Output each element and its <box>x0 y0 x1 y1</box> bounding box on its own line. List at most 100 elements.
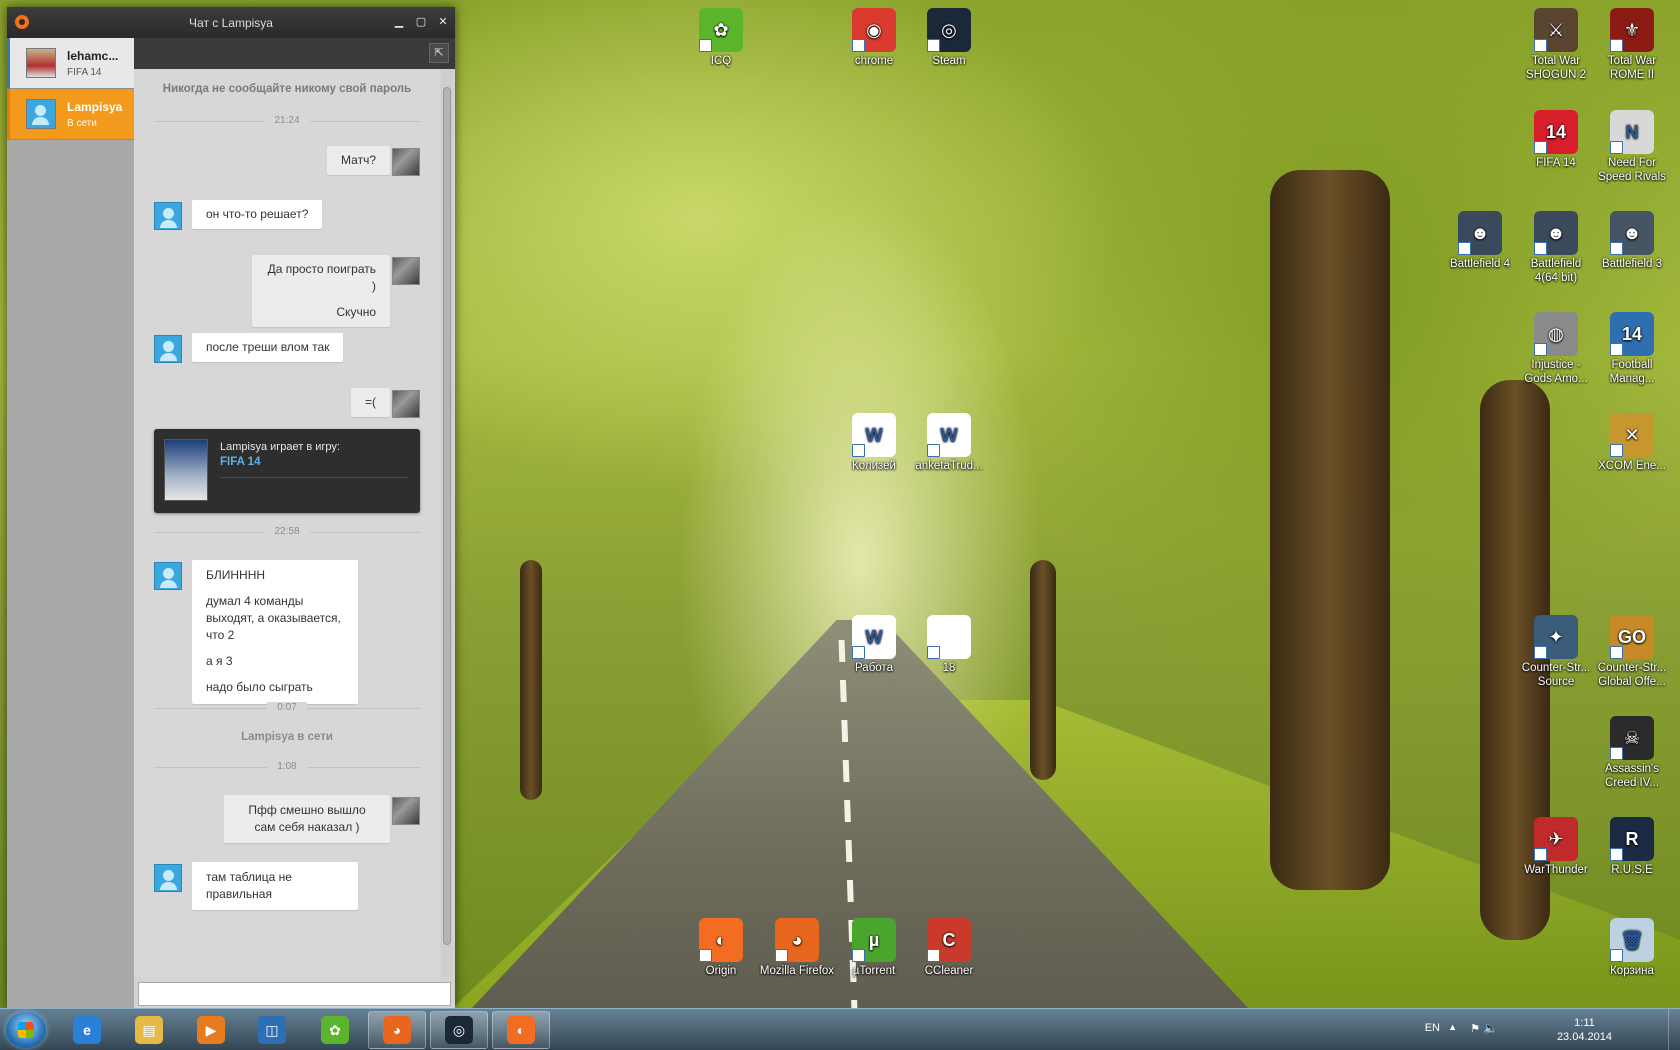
desktop-icon[interactable]: C CCleaner <box>911 918 987 978</box>
maximize-icon[interactable]: ▢ <box>411 12 431 30</box>
desktop-icon-label: CCleaner <box>924 965 974 977</box>
app-icon: R <box>1610 817 1654 861</box>
tray-expand-icon[interactable]: ▲ <box>1448 1022 1457 1032</box>
desktop-icon[interactable]: ◎ Steam <box>911 8 987 68</box>
desktop-icon-label: Battlefield 4(64 bit) <box>1530 258 1582 284</box>
photo-viewer-icon: ◫ <box>258 1016 286 1044</box>
chat-header: ⇱ <box>134 38 455 69</box>
show-desktop-button[interactable] <box>1668 1009 1680 1050</box>
message-input-bar <box>134 977 455 1009</box>
desktop-icon[interactable]: ☻ Battlefield 4(64 bit) <box>1518 211 1594 285</box>
my-avatar <box>392 797 420 825</box>
desktop-icon[interactable]: 🗑 Корзина <box>1594 918 1670 978</box>
app-icon: 14 <box>1610 312 1654 356</box>
desktop-icon[interactable]: 14 Football Manag... <box>1594 312 1670 386</box>
wallpaper-tree-trunk <box>1270 170 1390 890</box>
now-playing-card[interactable]: Lampisya играет в игру: FIFA 14 <box>154 429 420 513</box>
language-indicator[interactable]: EN <box>1425 1022 1440 1034</box>
message-input[interactable] <box>138 982 451 1006</box>
taskbar-app-explorer[interactable]: ▤ <box>120 1011 178 1049</box>
internet-explorer-icon: e <box>73 1016 101 1044</box>
game-title-link[interactable]: FIFA 14 <box>220 456 260 468</box>
taskbar-app-origin[interactable]: ◐ <box>492 1011 550 1049</box>
desktop-icon[interactable]: ⚔ Total War SHOGUN 2 <box>1518 8 1594 82</box>
desktop-icon[interactable]: 18 <box>911 615 987 675</box>
desktop-icon-label: Колизей <box>852 460 896 472</box>
desktop-icon[interactable]: ✈ WarThunder <box>1518 817 1594 877</box>
taskbar: e ▤ ▶ ◫ ✿ ◕ ◎ ◐ EN ▲ ⚑ 🔈 1:11 23.04.2014 <box>0 1008 1680 1050</box>
taskbar-app-internet-explorer[interactable]: e <box>58 1011 116 1049</box>
desktop-icon-label: Counter-Str... Global Offe... <box>1597 662 1667 688</box>
contact-avatar <box>154 562 182 590</box>
wallpaper-tree-trunk <box>1030 560 1056 780</box>
desktop-icon[interactable]: ✿ ICQ <box>683 8 759 68</box>
popout-icon[interactable]: ⇱ <box>429 43 449 63</box>
taskbar-app-icq[interactable]: ✿ <box>306 1011 364 1049</box>
system-tray: EN ▲ ⚑ 🔈 1:11 23.04.2014 <box>1380 1009 1680 1050</box>
desktop-icon[interactable]: W Работа <box>836 615 912 675</box>
contact-status: В сети <box>67 118 97 129</box>
desktop-icon[interactable]: ✕ XCOM Ene... <box>1594 413 1670 473</box>
desktop-icon[interactable]: 14 FIFA 14 <box>1518 110 1594 170</box>
desktop-icon[interactable]: R R.U.S.E <box>1594 817 1670 877</box>
desktop-icon-label: Counter-Str... Source <box>1521 662 1591 688</box>
contact-item-lampisya[interactable]: Lampisya В сети <box>7 89 134 140</box>
desktop-icon[interactable]: W Колизей <box>836 413 912 473</box>
app-icon: ⚜ <box>1610 8 1654 52</box>
desktop-icon-label: Assassin's Creed IV... <box>1605 763 1659 789</box>
desktop-icon-label: Battlefield 3 <box>1601 258 1663 270</box>
message-me: Матч? <box>327 146 390 175</box>
my-avatar <box>392 390 420 418</box>
desktop-icon[interactable]: ◐ Origin <box>683 918 759 978</box>
taskbar-app-photo-viewer[interactable]: ◫ <box>243 1011 301 1049</box>
clock[interactable]: 1:11 23.04.2014 <box>1557 1016 1612 1044</box>
chat-scrollbar[interactable] <box>441 69 453 977</box>
desktop-icon-label: Need For Speed Rivals <box>1598 157 1666 183</box>
message-them: БЛИНННН думал 4 команды выходят, а оказы… <box>192 560 358 704</box>
app-icon: ✈ <box>1534 817 1578 861</box>
taskbar-app-steam[interactable]: ◎ <box>430 1011 488 1049</box>
app-icon: ☠ <box>1610 716 1654 760</box>
action-center-icon[interactable]: ⚑ <box>1470 1022 1480 1035</box>
start-button[interactable] <box>6 1012 46 1048</box>
desktop-icon[interactable]: ☻ Battlefield 3 <box>1594 211 1670 271</box>
desktop-icon[interactable]: GO Counter-Str... Global Offe... <box>1594 615 1670 689</box>
desktop-icon[interactable]: µ µTorrent <box>836 918 912 978</box>
app-icon: 14 <box>1534 110 1578 154</box>
app-icon: ✕ <box>1610 413 1654 457</box>
window-titlebar[interactable]: Чат с Lampisya ▁ ▢ ✕ <box>7 7 455 38</box>
desktop-icon-label: 18 <box>942 662 956 674</box>
desktop-icon[interactable]: WanketaTrud... <box>911 413 987 473</box>
chat-messages[interactable]: Никогда не сообщайте никому свой пароль … <box>134 69 440 977</box>
desktop-icon[interactable]: ◕ Mozilla Firefox <box>759 918 835 978</box>
desktop-icon[interactable]: ◍ Injustice - Gods Amo... <box>1518 312 1594 386</box>
desktop-icon-label: Battlefield 4 <box>1449 258 1511 270</box>
time-separator: 0:07 <box>154 702 420 714</box>
message-me: =( <box>350 388 390 417</box>
app-icon: ◍ <box>1534 312 1578 356</box>
desktop-icon[interactable]: ◉ chrome <box>836 8 912 68</box>
desktop-icon[interactable]: ⚜ Total War ROME II <box>1594 8 1670 82</box>
message-me: Да просто поиграть ) Скучно <box>252 255 390 327</box>
volume-icon[interactable]: 🔈 <box>1483 1021 1498 1035</box>
wallpaper-tree-trunk <box>520 560 542 800</box>
taskbar-app-media-player[interactable]: ▶ <box>182 1011 240 1049</box>
contact-sidebar: lehamc... FIFA 14 Lampisya В сети <box>7 38 134 1009</box>
contact-item-lehamc[interactable]: lehamc... FIFA 14 <box>7 38 134 89</box>
desktop-icon-label: XCOM Ene... <box>1598 460 1666 472</box>
taskbar-app-firefox[interactable]: ◕ <box>368 1011 426 1049</box>
close-icon[interactable]: ✕ <box>433 12 453 30</box>
minimize-icon[interactable]: ▁ <box>389 12 409 30</box>
desktop-icon[interactable]: ☠ Assassin's Creed IV... <box>1594 716 1670 790</box>
contact-avatar <box>154 864 182 892</box>
time-separator: 1:08 <box>154 761 420 773</box>
desktop-icon[interactable]: N Need For Speed Rivals <box>1594 110 1670 184</box>
origin-chat-window: Чат с Lampisya ▁ ▢ ✕ lehamc... FIFA 14 L… <box>7 7 455 1009</box>
scrollbar-thumb[interactable] <box>443 87 451 945</box>
app-icon: ✿ <box>699 8 743 52</box>
desktop-icon-label: Total War ROME II <box>1607 55 1657 81</box>
contact-name: Lampisya <box>67 100 123 114</box>
desktop-icon[interactable]: ☻ Battlefield 4 <box>1442 211 1518 271</box>
desktop-icon[interactable]: ✦ Counter-Str... Source <box>1518 615 1594 689</box>
desktop-icon-label: Корзина <box>1610 965 1654 977</box>
